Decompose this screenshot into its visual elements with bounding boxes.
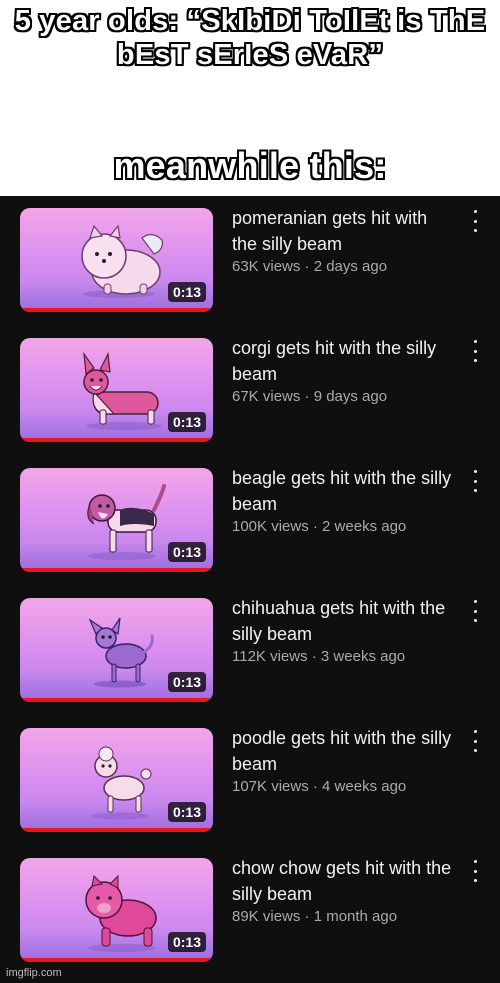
video-list: 0:13 pomeranian gets hit with the silly … xyxy=(0,196,500,983)
duration-badge: 0:13 xyxy=(167,802,206,822)
video-thumbnail[interactable]: 0:13 xyxy=(20,858,213,962)
duration-badge: 0:13 xyxy=(167,412,206,432)
video-title[interactable]: corgi gets hit with the silly beam xyxy=(232,335,454,387)
more-options-icon[interactable] xyxy=(468,210,482,232)
video-item-chihuahua[interactable]: 0:13 chihuahua gets hit with the silly b… xyxy=(0,586,500,702)
video-item-beagle[interactable]: 0:13 beagle gets hit with the silly beam… xyxy=(0,456,500,572)
top-caption: 5 year olds: “SkIbiDi ToIlEt is ThE bEsT… xyxy=(14,5,486,71)
video-meta: 67K views · 9 days ago xyxy=(232,388,388,405)
duration-badge: 0:13 xyxy=(167,282,206,302)
video-item-chow-chow[interactable]: 0:13 chow chow gets hit with the silly b… xyxy=(0,846,500,962)
video-meta: 112K views · 3 weeks ago xyxy=(232,648,406,665)
beagle-icon xyxy=(87,484,166,560)
pomeranian-icon xyxy=(81,224,163,298)
video-meta: 100K views · 2 weeks ago xyxy=(232,518,407,535)
video-title[interactable]: pomeranian gets hit with the silly beam xyxy=(232,205,454,257)
video-item-pomeranian[interactable]: 0:13 pomeranian gets hit with the silly … xyxy=(0,196,500,312)
more-options-icon[interactable] xyxy=(468,730,482,752)
video-title[interactable]: chihuahua gets hit with the silly beam xyxy=(232,595,454,647)
chow-chow-icon xyxy=(85,874,157,952)
video-thumbnail[interactable]: 0:13 xyxy=(20,468,213,572)
video-meta: 107K views · 4 weeks ago xyxy=(232,778,407,795)
video-meta: 89K views · 1 month ago xyxy=(232,908,398,925)
video-meta: 63K views · 2 days ago xyxy=(232,258,388,275)
more-options-icon[interactable] xyxy=(468,600,482,622)
duration-badge: 0:13 xyxy=(167,672,206,692)
watermark: imgflip.com xyxy=(6,967,62,979)
poodle-icon xyxy=(92,746,152,820)
video-item-corgi[interactable]: 0:13 corgi gets hit with the silly beam … xyxy=(0,326,500,442)
more-options-icon[interactable] xyxy=(468,340,482,362)
video-thumbnail[interactable]: 0:13 xyxy=(20,338,213,442)
video-item-poodle[interactable]: 0:13 poodle gets hit with the silly beam… xyxy=(0,716,500,832)
middle-caption: meanwhile this: xyxy=(113,145,387,186)
corgi-icon xyxy=(83,351,162,430)
video-thumbnail[interactable]: 0:13 xyxy=(20,208,213,312)
video-title[interactable]: poodle gets hit with the silly beam xyxy=(232,725,454,777)
video-thumbnail[interactable]: 0:13 xyxy=(20,728,213,832)
video-title[interactable]: chow chow gets hit with the silly beam xyxy=(232,855,454,907)
more-options-icon[interactable] xyxy=(468,860,482,882)
video-thumbnail[interactable]: 0:13 xyxy=(20,598,213,702)
duration-badge: 0:13 xyxy=(167,932,206,952)
video-title[interactable]: beagle gets hit with the silly beam xyxy=(232,465,454,517)
duration-badge: 0:13 xyxy=(167,542,206,562)
more-options-icon[interactable] xyxy=(468,470,482,492)
chihuahua-icon xyxy=(88,617,154,688)
